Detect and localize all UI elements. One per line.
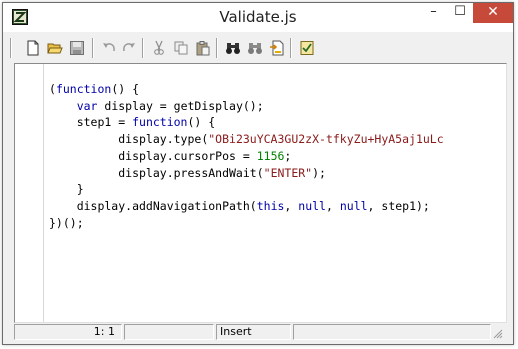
scissors-icon xyxy=(154,40,164,55)
undo-button[interactable] xyxy=(99,38,119,58)
code-line: })(); xyxy=(49,215,84,230)
toolbar-grip xyxy=(10,38,12,58)
save-disk-icon xyxy=(70,41,84,55)
close-button[interactable]: ✕ xyxy=(473,3,513,23)
save-button[interactable] xyxy=(67,38,87,58)
redo-icon xyxy=(123,43,135,52)
maximize-button[interactable]: ☐ xyxy=(447,3,473,23)
code-line: var display = getDisplay(); xyxy=(76,98,264,113)
line-gutter xyxy=(15,64,44,322)
code-line: display.cursorPos = 1156; xyxy=(49,148,292,163)
paste-button[interactable] xyxy=(193,38,213,58)
replace-icon xyxy=(270,40,284,56)
resize-grip-icon[interactable] xyxy=(491,327,503,339)
toolbar-separator xyxy=(92,38,94,58)
editor-window: Validate.js – ☐ ✕ (function() {var disp… xyxy=(2,2,514,345)
find-button[interactable] xyxy=(223,38,243,58)
toolbar-separator xyxy=(216,38,218,58)
undo-icon xyxy=(103,43,115,52)
toolbar-separator xyxy=(142,38,144,58)
code-text[interactable]: (function() { var display = getDisplay()… xyxy=(49,81,504,231)
validate-button[interactable] xyxy=(297,38,317,58)
code-line: (function() { xyxy=(49,82,140,96)
folder-open-icon xyxy=(47,43,63,54)
cut-button[interactable] xyxy=(149,38,169,58)
minimize-button[interactable]: – xyxy=(420,3,447,23)
insert-mode: Insert xyxy=(220,325,252,338)
open-file-button[interactable] xyxy=(45,38,65,58)
new-file-icon xyxy=(27,40,39,56)
cursor-position: 1: 1 xyxy=(93,325,115,338)
copy-button[interactable] xyxy=(171,38,191,58)
code-line: display.pressAndWait("ENTER"); xyxy=(49,165,326,180)
title-bar[interactable]: Validate.js – ☐ ✕ xyxy=(3,3,513,32)
code-line: } xyxy=(49,182,84,197)
copy-icon xyxy=(174,41,188,55)
status-panel-right xyxy=(293,324,491,340)
code-line: display.type("OBi23uYCA3GU2zX-tfkyZu+HyA… xyxy=(49,132,444,147)
checklist-icon xyxy=(300,41,314,55)
toolbar xyxy=(9,35,509,61)
binoculars-icon xyxy=(226,43,240,54)
code-editor[interactable]: (function() { var display = getDisplay()… xyxy=(14,63,507,323)
code-line: display.addNavigationPath(this, null, nu… xyxy=(49,198,430,213)
redo-button[interactable] xyxy=(119,38,139,58)
status-panel-left: 1: 1 xyxy=(14,324,122,340)
find-next-button[interactable] xyxy=(245,38,265,58)
status-panel-blank xyxy=(124,324,214,340)
paste-clipboard-icon xyxy=(196,41,210,56)
binoculars-next-icon xyxy=(248,43,262,54)
code-line: step1 = function() { xyxy=(49,115,216,130)
replace-button[interactable] xyxy=(267,38,287,58)
toolbar-separator xyxy=(290,38,292,58)
new-file-button[interactable] xyxy=(23,38,43,58)
status-bar: 1: 1 Insert xyxy=(14,323,505,341)
status-panel-mode: Insert xyxy=(216,324,291,340)
